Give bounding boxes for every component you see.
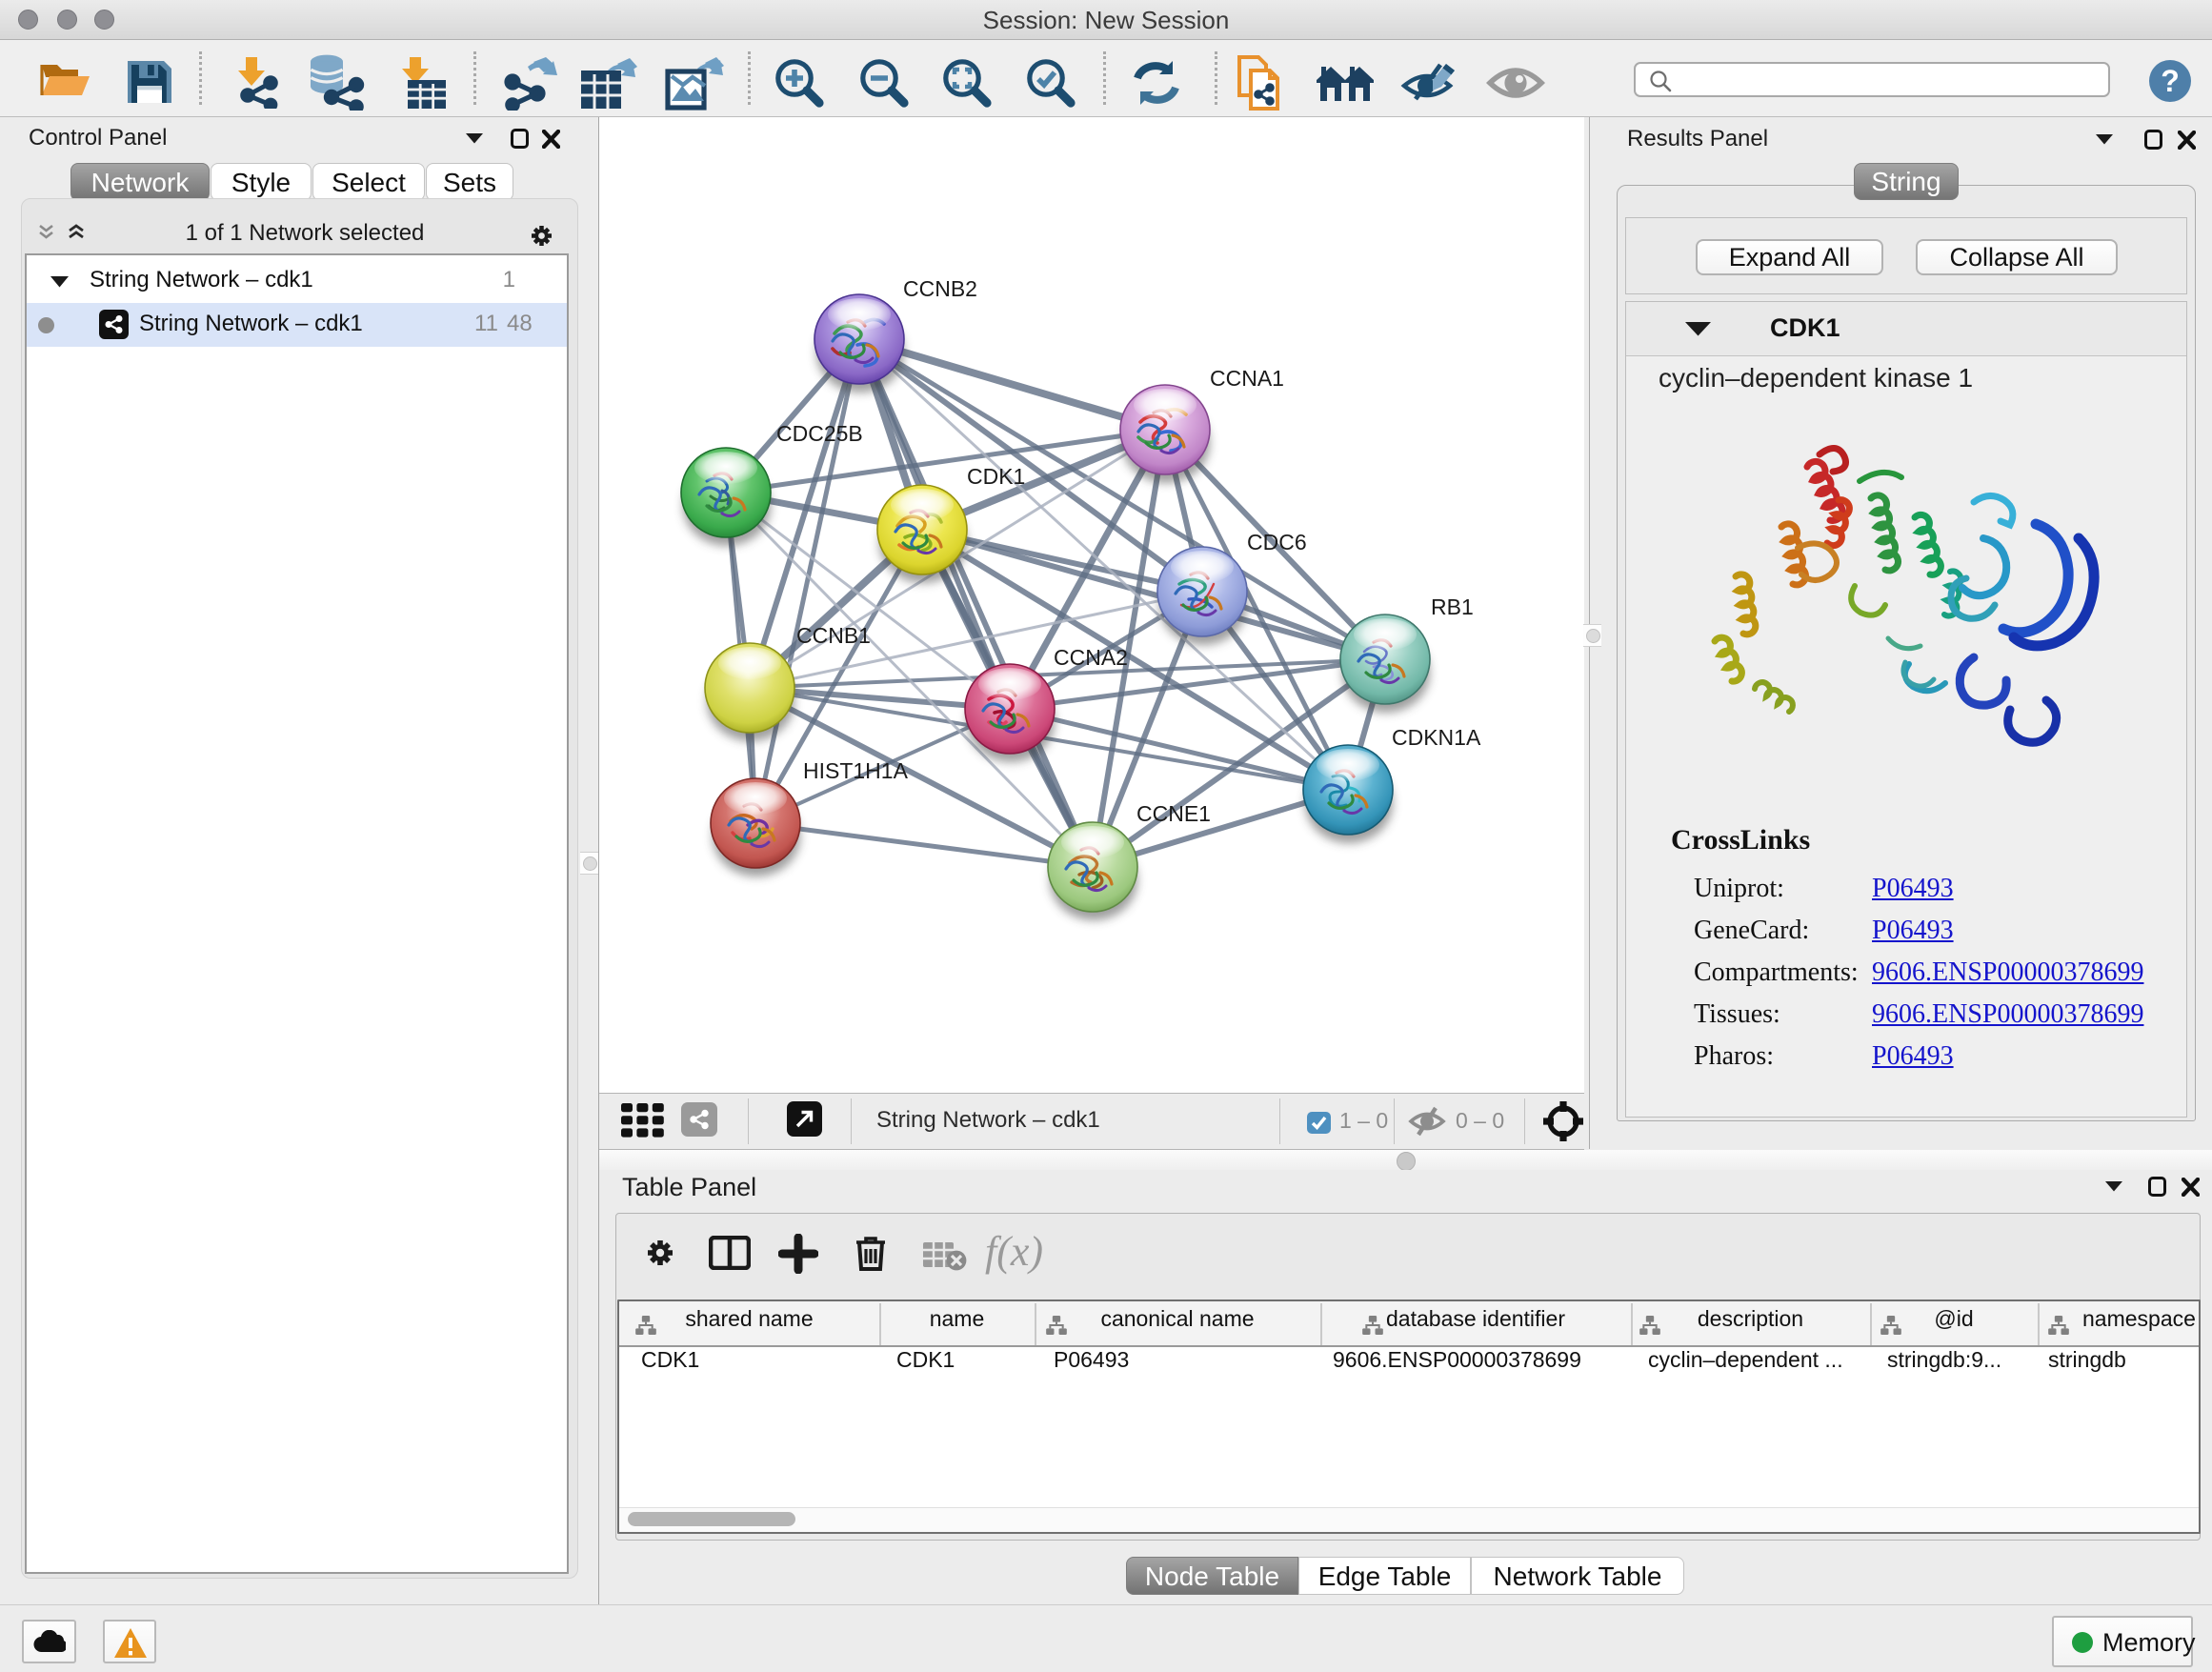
svg-text:CDC6: CDC6 xyxy=(1247,530,1307,554)
svg-text:RB1: RB1 xyxy=(1431,594,1474,619)
svg-text:CCNB2: CCNB2 xyxy=(903,276,977,301)
svg-text:CCNE1: CCNE1 xyxy=(1136,801,1211,826)
svg-text:HIST1H1A: HIST1H1A xyxy=(803,758,909,783)
svg-text:CDC25B: CDC25B xyxy=(776,421,863,446)
svg-text:CDKN1A: CDKN1A xyxy=(1392,725,1481,750)
svg-text:CCNA1: CCNA1 xyxy=(1210,366,1284,391)
svg-text:CCNA2: CCNA2 xyxy=(1054,645,1128,670)
svg-text:CDK1: CDK1 xyxy=(967,464,1025,489)
svg-text:CCNB1: CCNB1 xyxy=(796,623,871,648)
